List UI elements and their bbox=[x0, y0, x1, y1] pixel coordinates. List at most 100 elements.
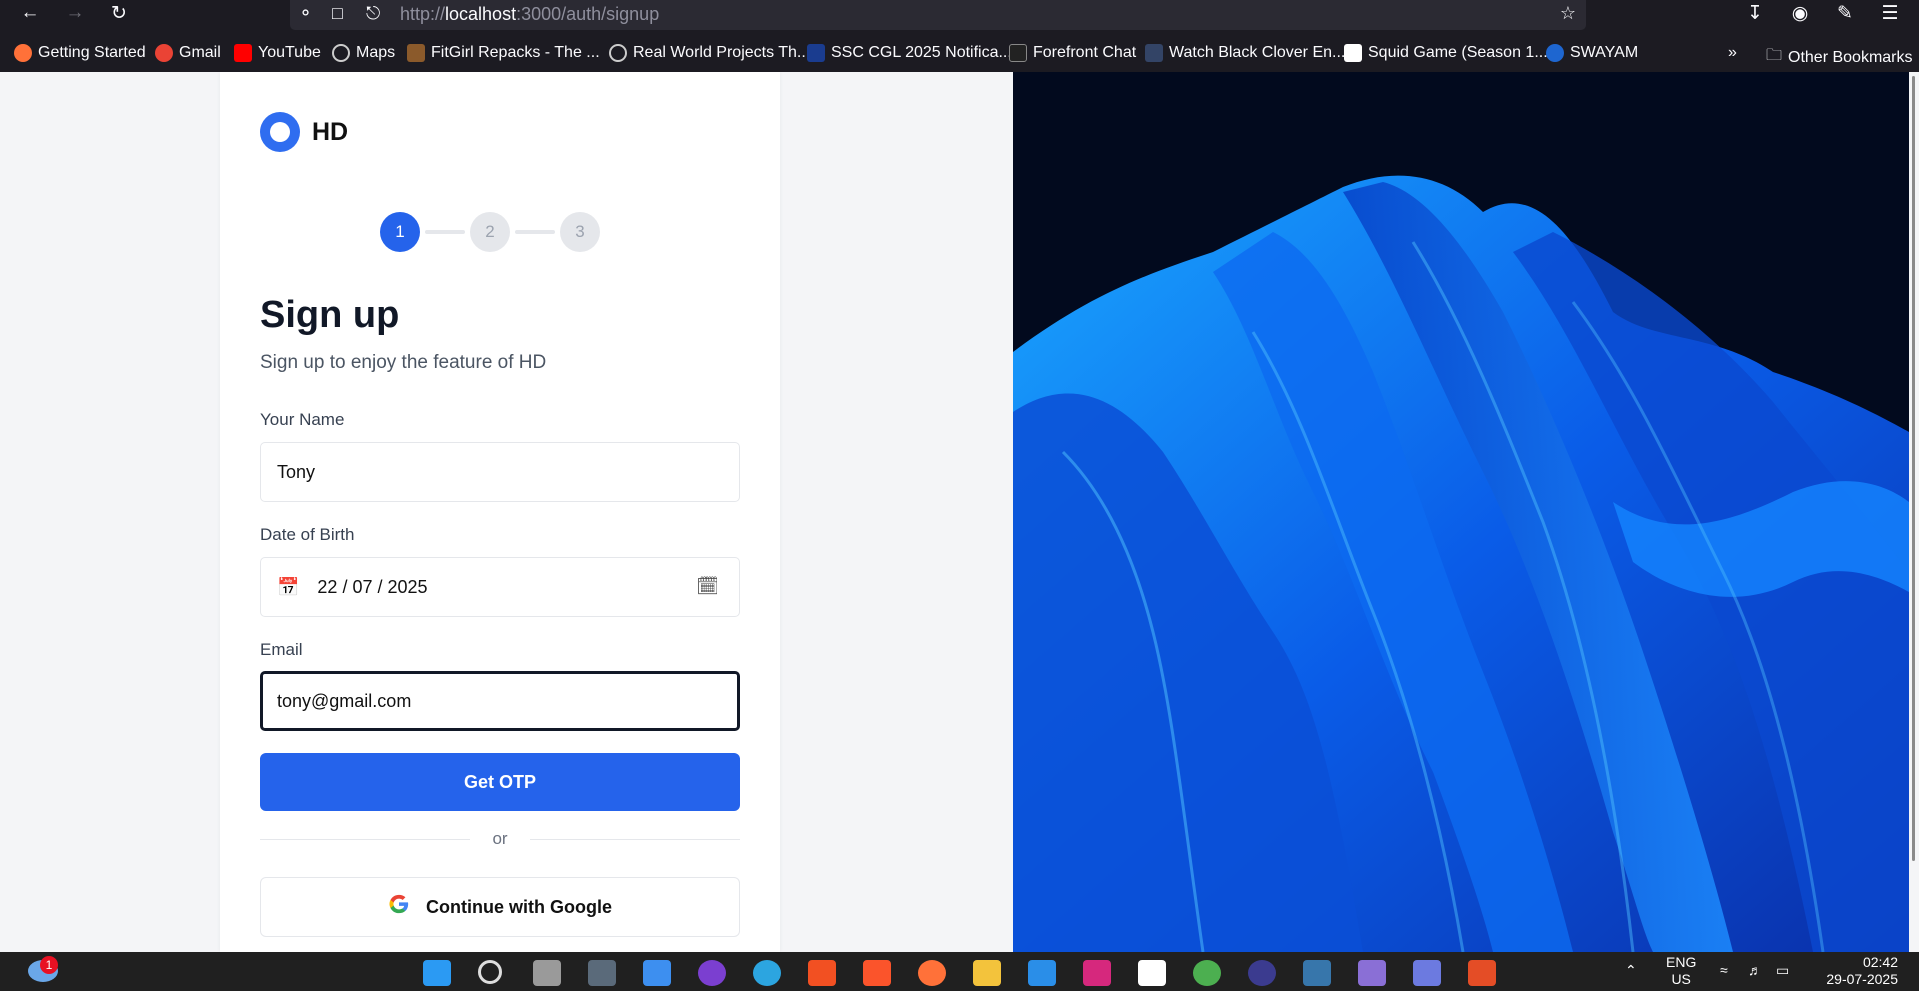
fitgirl-icon bbox=[407, 44, 425, 62]
bookmark-getting-started[interactable]: Getting Started bbox=[14, 44, 146, 62]
audio-app-icon[interactable] bbox=[1138, 960, 1166, 986]
search-icon[interactable] bbox=[478, 960, 502, 984]
google-icon bbox=[155, 44, 173, 62]
start-icon[interactable] bbox=[423, 960, 451, 986]
hero-wallpaper-image bbox=[1013, 72, 1909, 952]
dob-label: Date of Birth bbox=[260, 525, 355, 544]
address-bar[interactable]: ⚬ □ ⎋ http://localhost:3000/auth/signup … bbox=[290, 0, 1586, 30]
url-text[interactable]: http://localhost:3000/auth/signup bbox=[400, 4, 659, 25]
name-field[interactable]: Tony bbox=[260, 442, 740, 502]
bookmark-forefront[interactable]: Forefront Chat bbox=[1009, 44, 1136, 62]
nav-row: ← → ↻ ⚬ □ ⎋ http://localhost:3000/auth/s… bbox=[0, 0, 1919, 30]
brave-icon[interactable] bbox=[863, 960, 891, 986]
jr-icon bbox=[807, 44, 825, 62]
signup-card: HD 1 2 3 Sign up Sign up to enjoy the fe… bbox=[220, 72, 780, 952]
volume-icon[interactable]: ♬ bbox=[1748, 962, 1762, 978]
email-label: Email bbox=[260, 640, 303, 659]
step-connector bbox=[515, 230, 555, 234]
page-subtitle: Sign up to enjoy the feature of HD bbox=[260, 352, 547, 373]
language-indicator[interactable]: ENG US bbox=[1666, 954, 1696, 988]
firefox-icon[interactable] bbox=[918, 960, 946, 986]
page-scrollbar[interactable] bbox=[1909, 72, 1919, 952]
divider-text: or bbox=[492, 829, 508, 848]
key-icon[interactable]: ⎋ bbox=[366, 3, 380, 24]
forward-icon[interactable]: → bbox=[60, 0, 90, 26]
app-icon-purple[interactable] bbox=[698, 960, 726, 986]
globe-icon bbox=[609, 44, 627, 62]
page-viewport: HD 1 2 3 Sign up Sign up to enjoy the fe… bbox=[0, 72, 1919, 952]
bookmark-star-icon[interactable]: ☆ bbox=[1560, 3, 1576, 24]
logo-text: HD bbox=[312, 117, 349, 146]
bookmark-squid-game[interactable]: Squid Game (Season 1... bbox=[1344, 44, 1548, 62]
email-field[interactable]: tony@gmail.com bbox=[260, 671, 740, 731]
battery-icon[interactable]: ▭ bbox=[1776, 962, 1789, 979]
bookmark-swayam[interactable]: SWAYAM bbox=[1546, 44, 1638, 62]
blank-page-icon bbox=[1344, 44, 1362, 62]
bookmark-maps[interactable]: Maps bbox=[332, 44, 395, 62]
extensions-icon[interactable]: ✎ bbox=[1830, 0, 1860, 26]
instagram-icon[interactable] bbox=[1083, 960, 1111, 986]
menu-icon[interactable]: ☰ bbox=[1875, 0, 1905, 26]
folder-icon: 🗀 bbox=[1766, 47, 1783, 64]
calendar-icon: 📅 bbox=[277, 576, 300, 597]
step-3: 3 bbox=[560, 212, 600, 252]
firefox-icon bbox=[14, 44, 32, 62]
logo-ring-icon bbox=[260, 112, 300, 152]
swayam-icon bbox=[1546, 44, 1564, 62]
google-button-label: Continue with Google bbox=[426, 896, 612, 917]
app-icon-violet[interactable] bbox=[1358, 960, 1386, 986]
download-icon[interactable]: ↧ bbox=[1740, 0, 1770, 26]
dob-field[interactable]: 📅 22 / 07 / 2025 🗓 bbox=[260, 557, 740, 617]
bookmark-ssc-cgl[interactable]: SSC CGL 2025 Notifica... bbox=[807, 44, 1012, 62]
email-value: tony@gmail.com bbox=[277, 690, 412, 711]
bookmark-fitgirl[interactable]: FitGirl Repacks - The ... bbox=[407, 44, 600, 62]
google-signin-button[interactable]: Continue with Google bbox=[260, 877, 740, 937]
bookmark-gmail[interactable]: Gmail bbox=[155, 44, 221, 62]
store-icon[interactable] bbox=[808, 960, 836, 986]
app-icon-triangle[interactable] bbox=[1413, 960, 1441, 986]
tray-expand-icon[interactable]: ⌃ bbox=[1625, 962, 1637, 979]
scrollbar-thumb[interactable] bbox=[1912, 76, 1915, 861]
dob-value: 22 / 07 / 2025 bbox=[317, 576, 428, 597]
step-1: 1 bbox=[380, 212, 420, 252]
stepper: 1 2 3 bbox=[380, 212, 600, 252]
file-explorer-icon[interactable] bbox=[973, 960, 1001, 986]
clock[interactable]: 02:42 29-07-2025 bbox=[1818, 954, 1898, 988]
account-icon[interactable]: ◉ bbox=[1785, 0, 1815, 26]
globe-icon bbox=[332, 44, 350, 62]
or-divider: or bbox=[260, 827, 740, 851]
name-value: Tony bbox=[277, 461, 316, 482]
copilot-icon[interactable] bbox=[643, 960, 671, 986]
google-icon bbox=[388, 893, 410, 921]
other-bookmarks[interactable]: 🗀 Other Bookmarks bbox=[1766, 44, 1913, 71]
eclipse-icon[interactable] bbox=[1248, 960, 1276, 986]
calendar-picker-icon[interactable]: 🗓 bbox=[696, 576, 719, 597]
windows-taskbar: 1 ⌃ ENG US ≈ ♬ ▭ 02:42 29-07-2025 bbox=[0, 952, 1919, 991]
bookmarks-bar: Getting Started Gmail YouTube Maps FitGi… bbox=[0, 40, 1919, 70]
step-connector bbox=[425, 230, 465, 234]
page-icon: □ bbox=[332, 3, 343, 23]
bookmark-black-clover[interactable]: Watch Black Clover En... bbox=[1145, 44, 1345, 62]
app-logo: HD bbox=[260, 112, 348, 152]
step-2: 2 bbox=[470, 212, 510, 252]
browser-chrome: ← → ↻ ⚬ □ ⎋ http://localhost:3000/auth/s… bbox=[0, 0, 1919, 72]
back-icon[interactable]: ← bbox=[15, 0, 45, 26]
chrome-icon[interactable] bbox=[1193, 960, 1221, 986]
python-icon[interactable] bbox=[1303, 960, 1331, 986]
task-view-icon[interactable] bbox=[533, 960, 561, 986]
youtube-icon bbox=[234, 44, 252, 62]
telegram-icon[interactable] bbox=[753, 960, 781, 986]
more-bookmarks-icon[interactable]: » bbox=[1728, 44, 1737, 62]
forefront-icon bbox=[1009, 44, 1027, 62]
git-icon[interactable] bbox=[1468, 960, 1496, 986]
shield-icon[interactable]: ⚬ bbox=[298, 3, 313, 24]
widgets-icon[interactable] bbox=[588, 960, 616, 986]
get-otp-button[interactable]: Get OTP bbox=[260, 753, 740, 811]
bookmark-youtube[interactable]: YouTube bbox=[234, 44, 321, 62]
reload-icon[interactable]: ↻ bbox=[104, 0, 134, 26]
name-label: Your Name bbox=[260, 410, 345, 429]
bookmark-real-world-projects[interactable]: Real World Projects Th... bbox=[609, 44, 810, 62]
vscode-icon[interactable] bbox=[1028, 960, 1056, 986]
anime-icon bbox=[1145, 44, 1163, 62]
wifi-icon[interactable]: ≈ bbox=[1720, 962, 1728, 978]
